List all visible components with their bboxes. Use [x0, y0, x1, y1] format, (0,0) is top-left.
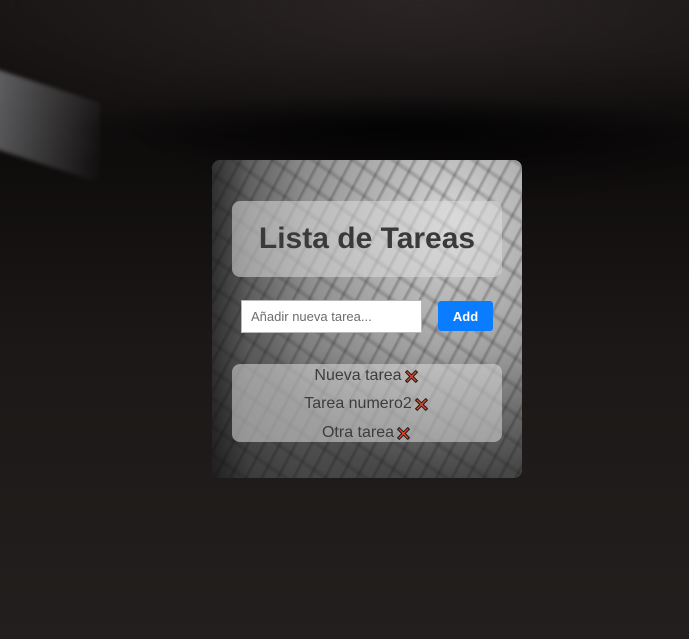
delete-x-icon[interactable]: [413, 396, 430, 413]
task-item: Nueva tarea: [232, 364, 502, 388]
add-task-form: Add: [241, 300, 493, 333]
task-label: Tarea numero2: [304, 395, 412, 412]
delete-x-icon[interactable]: [395, 425, 412, 442]
add-task-button[interactable]: Add: [438, 301, 493, 331]
delete-x-icon[interactable]: [403, 368, 420, 385]
page-title: Lista de Tareas: [258, 222, 476, 255]
task-label: Otra tarea: [321, 424, 395, 441]
task-list: Nueva tarea Tarea numero2 Otra tarea: [232, 364, 502, 442]
title-box: Lista de Tareas: [232, 201, 502, 277]
task-item: Tarea numero2: [232, 392, 502, 416]
todo-card: Lista de Tareas Add Nueva tarea Tarea nu…: [212, 160, 522, 478]
background-shadow: [60, 95, 689, 165]
task-label: Nueva tarea: [314, 367, 402, 384]
new-task-input[interactable]: [241, 300, 422, 333]
task-item: Otra tarea: [232, 421, 502, 445]
